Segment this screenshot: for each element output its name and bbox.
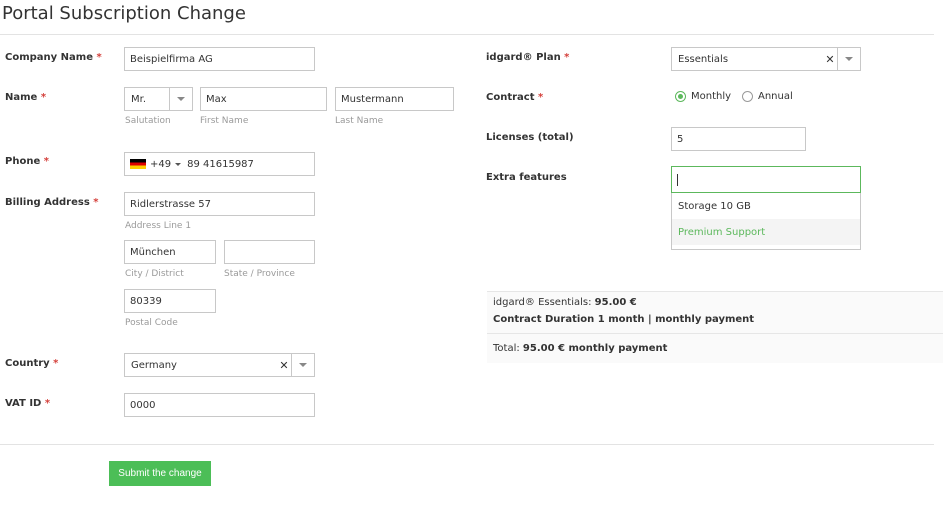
plan-select[interactable]: Essentials ✕ [671,47,861,71]
extra-features-input[interactable] [671,166,861,193]
phone-input[interactable]: +49 89 41615987 [124,152,315,176]
contract-label: Contract * [486,92,544,103]
submit-change-button[interactable]: Submit the change [109,461,211,486]
country-code[interactable]: +49 [150,159,171,170]
phone-number: 89 41615987 [187,158,254,170]
form-footer-divider [0,444,934,445]
option-storage[interactable]: Storage 10 GB [672,193,860,219]
first-name-hint: First Name [200,116,249,126]
contract-monthly-option[interactable]: Monthly [675,91,731,102]
extra-features-label: Extra features [486,172,567,183]
text-cursor [677,173,678,186]
chevron-down-icon[interactable] [169,88,192,110]
country-label: Country * [5,358,59,369]
clear-icon[interactable]: ✕ [277,359,291,372]
chevron-down-icon[interactable] [291,354,314,376]
plan-label: idgard® Plan * [486,52,570,63]
country-select[interactable]: Germany ✕ [124,353,315,377]
salutation-select[interactable]: Mr. [124,87,193,111]
address-line1-hint: Address Line 1 [125,221,192,231]
clear-icon[interactable]: ✕ [823,53,837,66]
extra-features-dropdown: Storage 10 GB Premium Support [671,193,861,250]
summary-total: Total: 95.00 € monthly payment [493,343,668,354]
company-name-label: Company Name * [5,52,102,63]
last-name-hint: Last Name [335,116,384,126]
licenses-label: Licenses (total) [486,132,574,143]
summary-plan-line: idgard® Essentials: 95.00 € [493,297,637,308]
company-name-input[interactable]: Beispielfirma AG [124,47,315,71]
option-premium-support[interactable]: Premium Support [672,219,860,245]
radio-annual[interactable] [742,91,753,102]
title-divider [0,34,934,35]
chevron-down-icon[interactable] [175,162,182,166]
postal-code-hint: Postal Code [125,318,178,328]
contract-annual-option[interactable]: Annual [742,91,793,102]
summary-duration: Contract Duration 1 month | monthly paym… [493,314,755,325]
summary-divider [487,333,943,334]
first-name-input[interactable]: Max [200,87,327,111]
vat-id-input[interactable]: 0000 [124,393,315,417]
vat-id-label: VAT ID * [5,398,51,409]
salutation-hint: Salutation [125,116,171,126]
address-line1-input[interactable]: Ridlerstrasse 57 [124,192,315,216]
city-hint: City / District [125,269,184,279]
page-title: Portal Subscription Change [2,3,246,24]
phone-label: Phone * [5,156,49,167]
postal-code-input[interactable]: 80339 [124,289,216,313]
last-name-input[interactable]: Mustermann [335,87,454,111]
chevron-down-icon[interactable] [837,48,860,70]
name-label: Name * [5,92,47,103]
state-hint: State / Province [224,269,295,279]
state-input[interactable] [224,240,315,264]
licenses-input[interactable]: 5 [671,127,806,151]
city-input[interactable]: München [124,240,216,264]
germany-flag-icon[interactable] [130,159,146,169]
radio-monthly[interactable] [675,91,686,102]
billing-address-label: Billing Address * [5,197,99,208]
